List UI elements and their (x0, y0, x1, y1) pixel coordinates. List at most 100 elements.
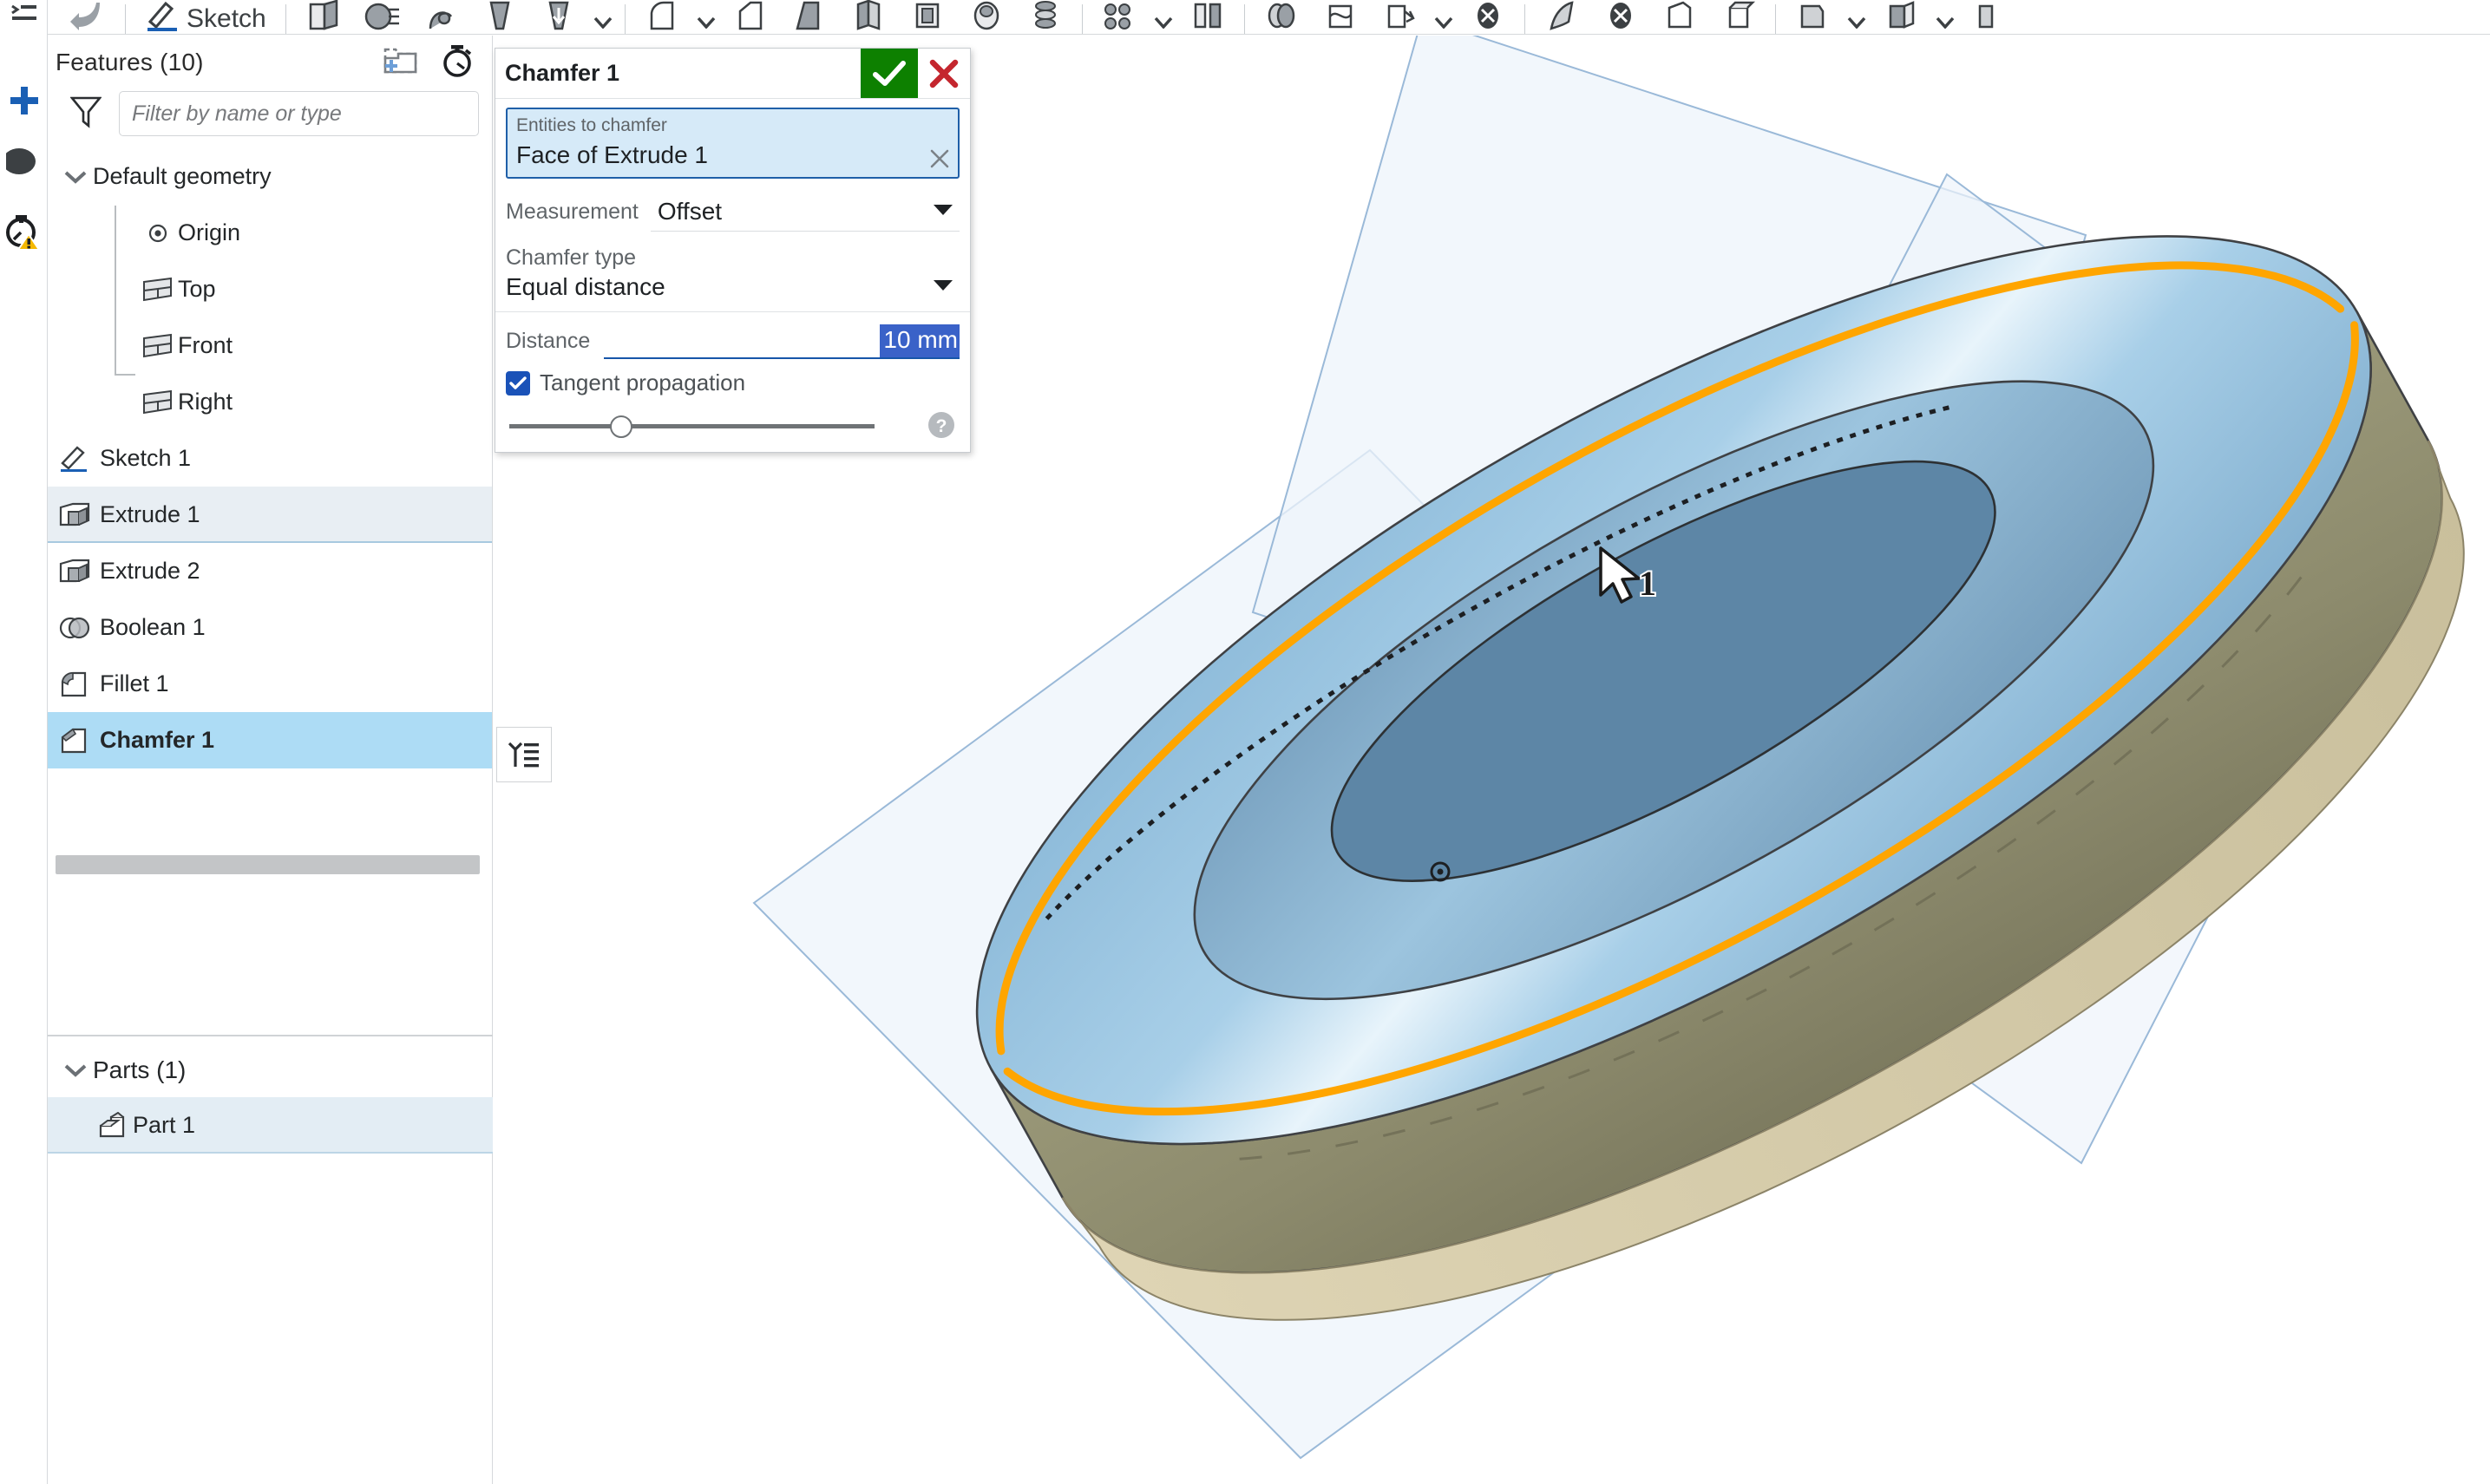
chevron-down-icon[interactable] (58, 169, 93, 185)
sketch-icon (55, 444, 95, 474)
plane-icon (138, 333, 178, 359)
mirror-icon[interactable] (1178, 0, 1237, 34)
sketch-button[interactable]: Sketch (133, 0, 278, 34)
redo-icon[interactable] (59, 0, 118, 34)
accept-button[interactable] (861, 49, 918, 98)
tree-label: Right (178, 389, 233, 415)
clear-x-icon[interactable] (928, 147, 951, 170)
variable-icon[interactable] (1783, 0, 1842, 34)
chamfer-type-select[interactable]: Equal distance (506, 271, 960, 306)
distance-value: 10 mm (880, 324, 960, 357)
left-icon-rail[interactable] (0, 0, 48, 1484)
entities-label: Entities to chamfer (516, 115, 667, 135)
ellipse-icon[interactable] (0, 137, 48, 186)
tree-row-right[interactable]: Right (48, 374, 492, 430)
sketch-label: Sketch (187, 4, 266, 33)
chevron-down-icon (932, 278, 954, 297)
parts-list-item-part-1[interactable]: Part 1 (48, 1097, 493, 1154)
draft-icon[interactable] (780, 0, 839, 34)
part-label: Part 1 (133, 1112, 196, 1138)
search-input[interactable] (119, 91, 479, 136)
delete-face-icon[interactable] (1458, 0, 1517, 34)
chevron-down-icon (932, 203, 954, 221)
rib-icon[interactable] (839, 0, 898, 34)
cancel-button[interactable] (918, 49, 970, 98)
tangent-propagation-label: Tangent propagation (540, 369, 746, 396)
pattern-caret-icon[interactable] (1149, 0, 1178, 34)
thicken-icon[interactable] (529, 0, 588, 34)
toolbar-divider-5 (1243, 4, 1245, 34)
tangent-propagation-checkbox[interactable]: Tangent propagation (506, 369, 960, 396)
replace-face-icon[interactable] (1591, 0, 1650, 34)
shell-icon[interactable] (898, 0, 957, 34)
toolbar-group-variable (1783, 0, 2019, 34)
enclose-icon[interactable] (1709, 0, 1768, 34)
tree-row-boolean-1[interactable]: Boolean 1 (48, 599, 492, 656)
timer-warning-icon[interactable] (0, 205, 48, 258)
help-question-icon[interactable]: ? (927, 410, 956, 440)
feature-list-icon[interactable] (0, 0, 48, 29)
tree-row-extrude-1[interactable]: Extrude 1 (48, 487, 492, 543)
tree-row-front[interactable]: Front (48, 317, 492, 374)
features-panel: Features (10) Filter by name or type Def… (48, 36, 493, 1484)
collapse-tree-icon[interactable] (496, 727, 552, 782)
transform-caret-icon[interactable] (1429, 0, 1458, 34)
more-icon[interactable] (1960, 0, 2019, 34)
import-caret-icon[interactable] (1930, 0, 1960, 34)
features-panel-header: Features (10) (48, 36, 492, 89)
transform-icon[interactable] (1370, 0, 1429, 34)
new-folder-icon[interactable] (383, 46, 419, 80)
split-icon[interactable] (1311, 0, 1370, 34)
toolbar-group-modify (632, 0, 1075, 34)
main-toolbar[interactable]: Sketch (0, 0, 2490, 35)
boolean-icon[interactable] (1252, 0, 1311, 34)
feature-tree: Default geometry Origin Top Front Right … (48, 148, 492, 768)
import-icon[interactable] (1871, 0, 1930, 34)
origin-icon (138, 222, 178, 245)
chamfer-icon[interactable] (721, 0, 780, 34)
chevron-down-icon[interactable] (58, 1062, 93, 1078)
distance-input[interactable]: 10 mm (604, 324, 960, 359)
distance-label: Distance (506, 329, 591, 353)
hole-icon[interactable] (957, 0, 1016, 34)
measurement-select[interactable]: Offset (650, 198, 960, 232)
toolbar-divider-7 (1774, 4, 1776, 34)
revolve-icon[interactable] (352, 0, 411, 34)
tree-label: Fillet 1 (100, 670, 169, 696)
tree-row-top[interactable]: Top (48, 261, 492, 317)
plane-icon (138, 389, 178, 415)
loft-icon[interactable] (470, 0, 529, 34)
fillet-icon[interactable] (632, 0, 691, 34)
variable-caret-icon[interactable] (1842, 0, 1871, 34)
tree-row-origin[interactable]: Origin (48, 205, 492, 261)
features-filter-row (48, 89, 492, 136)
parts-section-header[interactable]: Parts (1) (48, 1043, 493, 1097)
move-face-icon[interactable] (1532, 0, 1591, 34)
tree-row-fillet-1[interactable]: Fillet 1 (48, 656, 492, 712)
offset-surface-icon[interactable] (1650, 0, 1709, 34)
filter-funnel-icon[interactable] (69, 95, 102, 134)
pattern-icon[interactable] (1090, 0, 1149, 34)
sweep-icon[interactable] (411, 0, 470, 34)
slider-knob[interactable] (610, 415, 632, 438)
entities-to-chamfer-field[interactable]: Entities to chamfer Face of Extrude 1 (506, 108, 960, 179)
svg-text:?: ? (936, 416, 947, 436)
dialog-separator (495, 311, 970, 312)
tree-label: Top (178, 276, 216, 302)
thread-icon[interactable] (1016, 0, 1075, 34)
stopwatch-icon[interactable] (440, 43, 475, 82)
toolbar-divider-3 (624, 4, 626, 34)
toolbar-divider-2 (285, 4, 286, 34)
tree-row-default-geometry[interactable]: Default geometry (48, 148, 492, 205)
extrude-icon[interactable] (293, 0, 352, 34)
tree-row-extrude-2[interactable]: Extrude 2 (48, 543, 492, 599)
tree-row-sketch-1[interactable]: Sketch 1 (48, 430, 492, 487)
fillet-caret-icon[interactable] (691, 0, 721, 34)
dialog-body: Entities to chamfer Face of Extrude 1 Me… (495, 99, 970, 452)
tree-row-chamfer-1[interactable]: Chamfer 1 (48, 712, 492, 768)
part-icon (93, 1111, 133, 1140)
add-icon[interactable] (0, 76, 48, 125)
features-horizontal-scrollbar[interactable] (56, 855, 480, 874)
chevron-down-icon[interactable] (588, 0, 618, 34)
chamfer-slider[interactable] (506, 412, 927, 438)
